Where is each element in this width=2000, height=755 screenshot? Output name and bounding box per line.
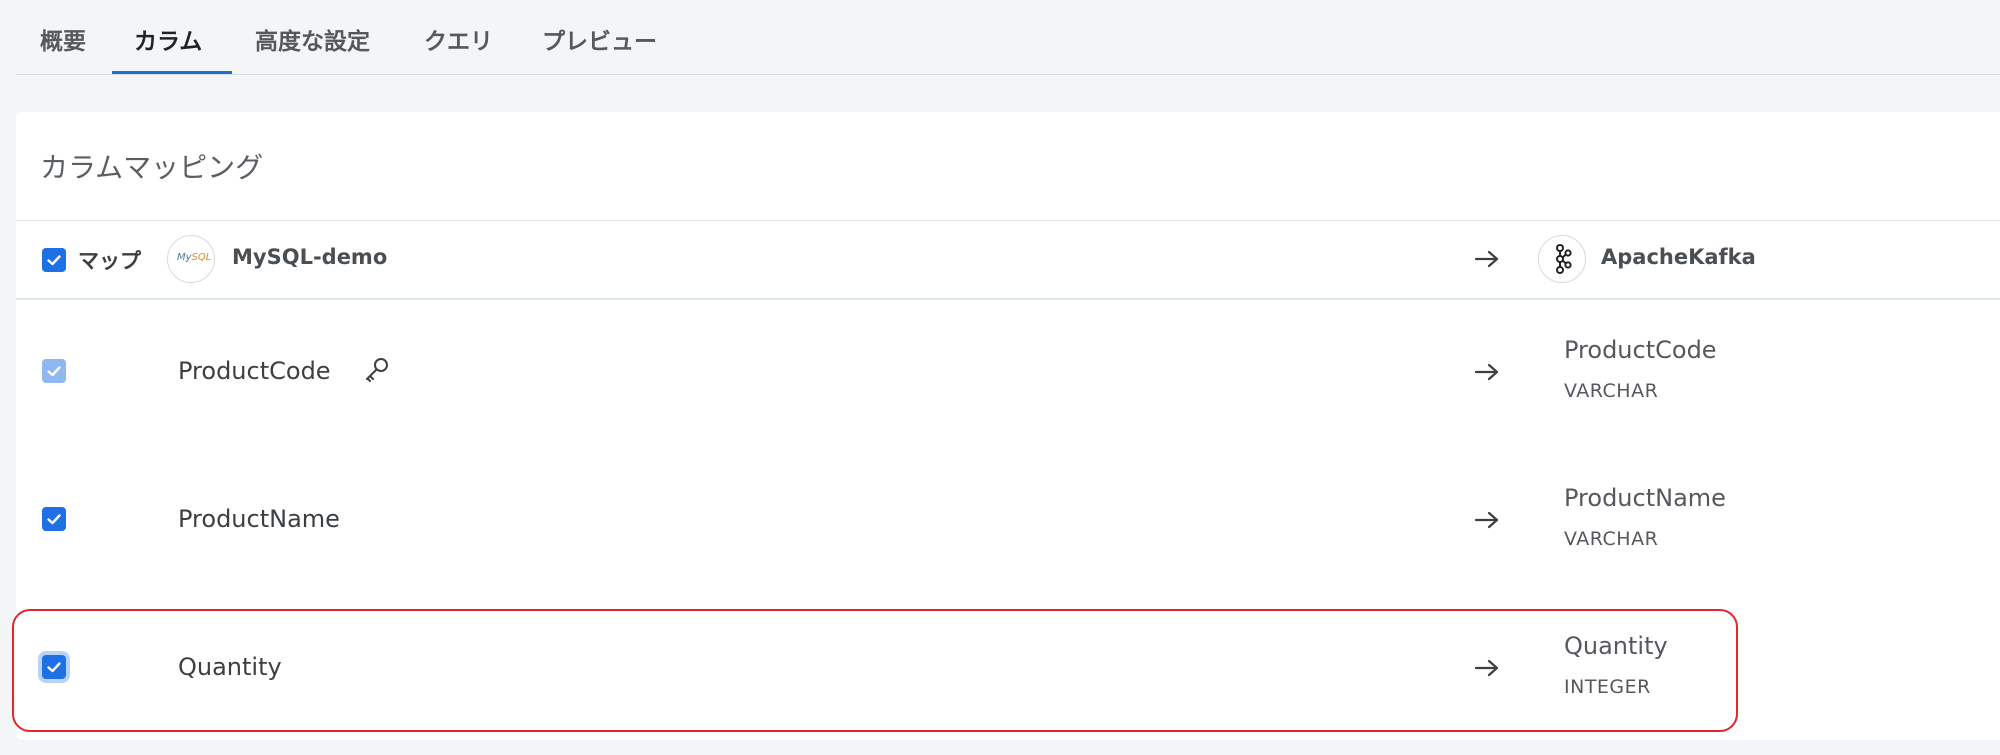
arrow-right-icon bbox=[1474, 250, 1499, 268]
destination-column-name: ProductCode bbox=[1564, 336, 1717, 364]
mapping-header-row: マップ MySQL MySQL-demo ApacheKafka bbox=[16, 220, 2000, 300]
mysql-logo-icon: MySQL bbox=[167, 235, 215, 283]
tab-bar: 概要 カラム 高度な設定 クエリ プレビュー bbox=[16, 0, 2000, 75]
check-icon bbox=[47, 255, 61, 266]
check-icon bbox=[47, 514, 61, 525]
source-column-name: ProductName bbox=[178, 505, 340, 533]
destination-column-type: VARCHAR bbox=[1564, 528, 1659, 550]
arrow-right-icon bbox=[1474, 511, 1499, 529]
tab-overview[interactable]: 概要 bbox=[40, 22, 86, 56]
source-column-name: Quantity bbox=[178, 653, 282, 681]
row-checkbox[interactable] bbox=[42, 359, 66, 383]
check-icon bbox=[47, 662, 61, 673]
mapping-row: ProductName ProductName VARCHAR bbox=[16, 447, 2000, 595]
mapping-row: Quantity Quantity INTEGER bbox=[16, 595, 2000, 743]
source-column-name: ProductCode bbox=[178, 357, 331, 385]
tab-query[interactable]: クエリ bbox=[424, 22, 493, 56]
mapping-row: ProductCode ProductCode VARCHAR bbox=[16, 299, 2000, 447]
kafka-logo-icon bbox=[1538, 235, 1586, 283]
section-title: カラムマッピング bbox=[40, 151, 264, 184]
key-icon bbox=[366, 358, 388, 382]
column-mapping-panel: カラムマッピング マップ MySQL MySQL-demo ApacheKafk… bbox=[16, 112, 2000, 740]
active-tab-indicator bbox=[112, 71, 232, 74]
map-column-label: マップ bbox=[78, 249, 141, 273]
arrow-right-icon bbox=[1474, 363, 1499, 381]
row-checkbox[interactable] bbox=[42, 655, 66, 679]
destination-column-type: VARCHAR bbox=[1564, 380, 1659, 402]
tab-advanced-settings[interactable]: 高度な設定 bbox=[255, 22, 370, 56]
tab-columns[interactable]: カラム bbox=[134, 22, 202, 56]
destination-column-name: Quantity bbox=[1564, 632, 1668, 660]
select-all-checkbox[interactable] bbox=[42, 248, 66, 272]
destination-connection-name: ApacheKafka bbox=[1601, 245, 1756, 269]
arrow-right-icon bbox=[1474, 659, 1499, 677]
row-checkbox[interactable] bbox=[42, 507, 66, 531]
destination-column-type: INTEGER bbox=[1564, 676, 1651, 698]
tab-preview[interactable]: プレビュー bbox=[542, 22, 657, 56]
check-icon bbox=[47, 366, 61, 377]
source-connection-name: MySQL-demo bbox=[232, 245, 388, 269]
destination-column-name: ProductName bbox=[1564, 484, 1726, 512]
